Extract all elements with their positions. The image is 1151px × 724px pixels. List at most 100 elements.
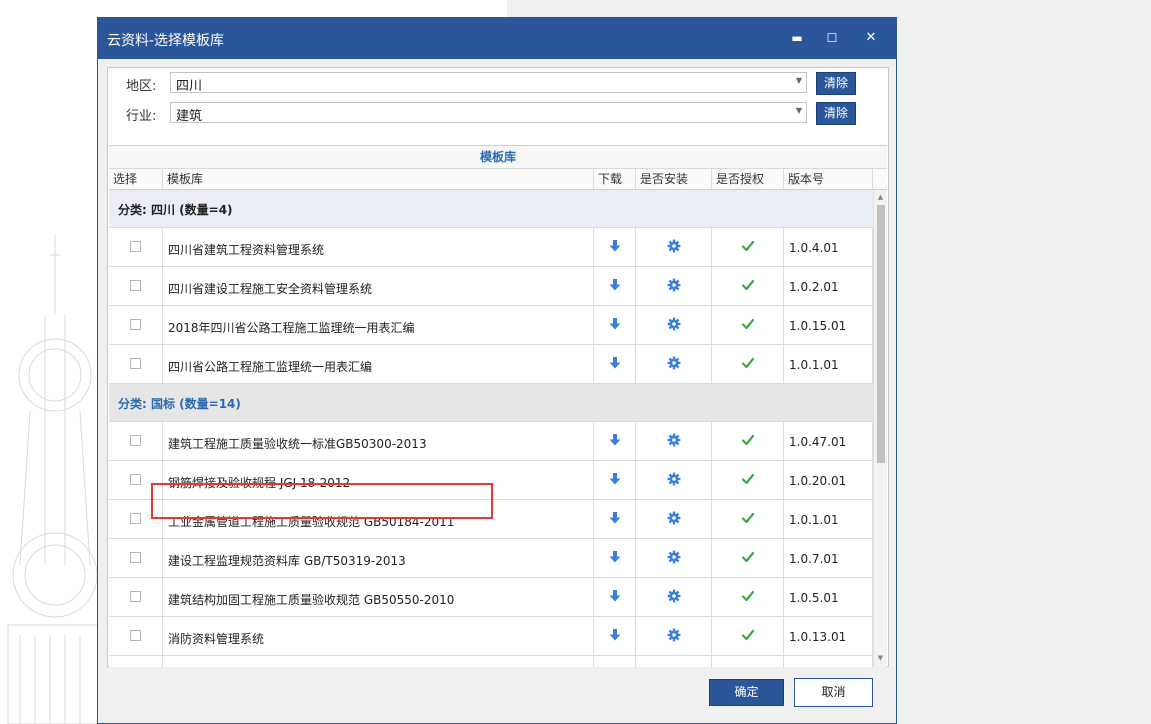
- gear-icon[interactable]: [667, 433, 681, 447]
- group-label: 分类: 四川 (数量=4): [118, 203, 233, 217]
- version-cell: 1.0.5.01: [784, 578, 873, 616]
- install-cell: [636, 267, 712, 305]
- install-cell: [636, 461, 712, 499]
- library-name: 2018年四川省公路工程施工监理统一用表汇编: [168, 321, 415, 335]
- minimize-icon[interactable]: ▬: [786, 27, 808, 49]
- ok-button[interactable]: 确定: [709, 679, 784, 706]
- version-number: 1.0.2.01: [789, 280, 839, 294]
- gear-icon[interactable]: [667, 550, 681, 564]
- grid-rows: 分类: 四川 (数量=4) 四川省建筑工程资料管理系统 1.0.4.01 四川省建设工…: [109, 190, 873, 667]
- clear-industry-button[interactable]: 清除: [816, 102, 856, 125]
- select-checkbox[interactable]: [130, 241, 141, 252]
- install-cell: [636, 500, 712, 538]
- version-number: 1.0.15.01: [789, 319, 847, 333]
- gear-icon[interactable]: [667, 317, 681, 331]
- table-row[interactable]: 建筑工程施工质量验收统一标准GB50300-2013 1.0.47.01: [109, 422, 873, 461]
- select-checkbox[interactable]: [130, 630, 141, 641]
- gear-icon[interactable]: [667, 278, 681, 292]
- version-number: 1.0.7.01: [789, 552, 839, 566]
- authorized-cell: [712, 228, 784, 266]
- group-header-row[interactable]: 分类: 四川 (数量=4): [109, 190, 873, 228]
- select-checkbox[interactable]: [130, 358, 141, 369]
- vertical-scrollbar[interactable]: ▲ ▼: [873, 190, 887, 667]
- download-arrow-icon[interactable]: [608, 472, 622, 486]
- select-cell: [109, 306, 163, 344]
- library-name: 钢筋焊接及验收规程 JGJ 18-2012: [168, 476, 351, 490]
- clear-region-button[interactable]: 清除: [816, 72, 856, 95]
- gear-icon[interactable]: [667, 628, 681, 642]
- download-arrow-icon[interactable]: [608, 511, 622, 525]
- download-arrow-icon[interactable]: [608, 628, 622, 642]
- group-label: 分类: 国标 (数量=14): [118, 397, 241, 411]
- table-row[interactable]: 四川省公路工程施工监理统一用表汇编 1.0.1.01: [109, 345, 873, 384]
- grid-header: 选择 模板库 下载 是否安装 是否授权 版本号: [109, 169, 887, 190]
- library-name-cell: 工业金属管道工程施工质量验收规范 GB50184-2011: [163, 500, 594, 538]
- table-row[interactable]: 2018年四川省公路工程施工监理统一用表汇编 1.0.15.01: [109, 306, 873, 345]
- version-number: 1.0.1.01: [789, 513, 839, 527]
- select-checkbox[interactable]: [130, 474, 141, 485]
- checkmark-icon: [741, 551, 754, 563]
- region-dropdown[interactable]: 四川 ▼: [170, 72, 807, 94]
- table-row[interactable]: 钢筋焊接及验收规程 JGJ 18-2012 1.0.20.01: [109, 461, 873, 500]
- gear-icon[interactable]: [667, 589, 681, 603]
- column-header-installed[interactable]: 是否安装: [636, 169, 712, 189]
- dialog-titlebar[interactable]: 云资料-选择模板库 ▬ ☐ ✕: [98, 18, 896, 59]
- gear-icon[interactable]: [667, 356, 681, 370]
- dialog-title: 云资料-选择模板库: [107, 33, 225, 49]
- select-checkbox[interactable]: [130, 513, 141, 524]
- gear-icon[interactable]: [667, 472, 681, 486]
- install-cell: [636, 578, 712, 616]
- version-cell: 1.0.1.01: [784, 345, 873, 383]
- library-name-cell: 消防资料管理系统: [163, 617, 594, 655]
- industry-dropdown[interactable]: 建筑 ▼: [170, 102, 807, 124]
- authorized-cell: [712, 461, 784, 499]
- scroll-down-icon[interactable]: ▼: [874, 651, 887, 665]
- gear-icon[interactable]: [667, 511, 681, 525]
- select-checkbox[interactable]: [130, 280, 141, 291]
- download-arrow-icon[interactable]: [608, 317, 622, 331]
- column-header-select[interactable]: 选择: [109, 169, 163, 189]
- select-checkbox[interactable]: [130, 319, 141, 330]
- scroll-up-icon[interactable]: ▲: [874, 190, 887, 204]
- select-checkbox[interactable]: [130, 552, 141, 563]
- column-header-version[interactable]: 版本号: [784, 169, 873, 189]
- chevron-down-icon: ▼: [795, 76, 802, 85]
- checkmark-icon: [741, 590, 754, 602]
- authorized-cell: [712, 656, 784, 667]
- download-cell: [594, 422, 636, 460]
- industry-value: 建筑: [176, 109, 203, 124]
- maximize-icon[interactable]: ☐: [821, 27, 843, 49]
- table-row[interactable]: 四川省建设工程施工安全资料管理系统 1.0.2.01: [109, 267, 873, 306]
- library-name-cell: 钢筋焊接及验收规程 JGJ 18-2012: [163, 461, 594, 499]
- select-cell: [109, 617, 163, 655]
- table-row[interactable]: 建筑结构加固工程施工质量验收规范 GB50550-2010 1.0.5.01: [109, 578, 873, 617]
- column-header-authorized[interactable]: 是否授权: [712, 169, 784, 189]
- table-row[interactable]: 消防资料管理系统 1.0.13.01: [109, 617, 873, 656]
- group-header-row[interactable]: 分类: 国标 (数量=14): [109, 384, 873, 422]
- chevron-down-icon: ▼: [795, 106, 802, 115]
- table-row[interactable]: 建设工程监理规范资料库 GB/T50319-2013 1.0.7.01: [109, 539, 873, 578]
- table-row[interactable]: 四川省建筑工程资料管理系统 1.0.4.01: [109, 228, 873, 267]
- download-arrow-icon[interactable]: [608, 433, 622, 447]
- region-label: 地区:: [126, 79, 157, 94]
- cancel-button[interactable]: 取消: [794, 678, 873, 707]
- column-header-download[interactable]: 下载: [594, 169, 636, 189]
- table-row[interactable]: 园林园艺资料库 1.0.9.01: [109, 656, 873, 667]
- select-checkbox[interactable]: [130, 591, 141, 602]
- library-name: 建设工程监理规范资料库 GB/T50319-2013: [168, 554, 406, 568]
- checkmark-icon: [741, 629, 754, 641]
- scrollbar-thumb[interactable]: [877, 205, 885, 463]
- download-arrow-icon[interactable]: [608, 589, 622, 603]
- dialog-content: 地区: 四川 ▼ 清除 行业: 建筑 ▼ 清除 模板库 选择 模板库 下载 是否…: [107, 67, 889, 667]
- gear-icon[interactable]: [667, 239, 681, 253]
- download-arrow-icon[interactable]: [608, 278, 622, 292]
- column-header-library[interactable]: 模板库: [163, 169, 594, 189]
- select-checkbox[interactable]: [130, 435, 141, 446]
- download-arrow-icon[interactable]: [608, 239, 622, 253]
- close-icon[interactable]: ✕: [860, 27, 882, 49]
- authorized-cell: [712, 306, 784, 344]
- download-arrow-icon[interactable]: [608, 356, 622, 370]
- table-row[interactable]: 工业金属管道工程施工质量验收规范 GB50184-2011 1.0.1.01: [109, 500, 873, 539]
- download-cell: [594, 267, 636, 305]
- download-arrow-icon[interactable]: [608, 550, 622, 564]
